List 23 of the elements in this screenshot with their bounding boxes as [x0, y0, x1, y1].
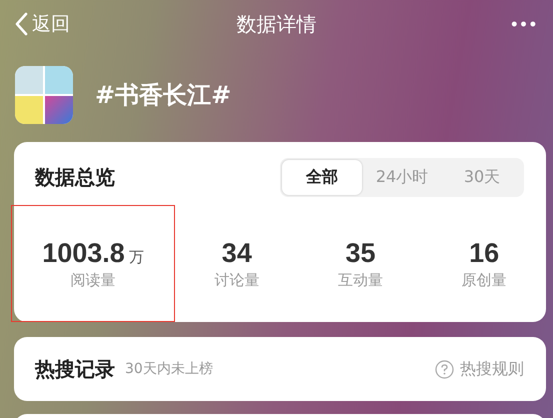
back-button[interactable]: 返回: [14, 11, 70, 37]
hot-search-title: 热搜记录: [35, 356, 115, 382]
more-button[interactable]: •••: [511, 14, 539, 34]
stat-label: 讨论量: [214, 270, 260, 290]
time-range-tab[interactable]: 全部: [282, 160, 362, 195]
chevron-left-icon: [14, 12, 28, 36]
stat-label: 阅读量: [70, 270, 116, 290]
stat-label: 原创量: [462, 270, 507, 290]
time-range-tab[interactable]: 24小时: [362, 160, 442, 195]
overview-title: 数据总览: [35, 164, 115, 191]
stat-unit: 万: [128, 248, 144, 266]
topic-thumbnail: [15, 66, 73, 124]
topic-name: #书香长江#: [95, 80, 232, 111]
stat-value: 16: [469, 238, 500, 268]
help-icon: [435, 360, 454, 378]
stat-value: 1003.8: [42, 238, 125, 268]
stat-label: 互动量: [338, 270, 383, 290]
time-range-tab[interactable]: 30天: [442, 160, 522, 195]
page-title: 数据详情: [236, 10, 316, 38]
hot-search-note: 30天内未上榜: [125, 360, 213, 378]
hot-search-rules-link[interactable]: 热搜规则: [460, 358, 524, 380]
stat-value: 34: [222, 238, 252, 268]
stat-value: 35: [345, 238, 376, 268]
